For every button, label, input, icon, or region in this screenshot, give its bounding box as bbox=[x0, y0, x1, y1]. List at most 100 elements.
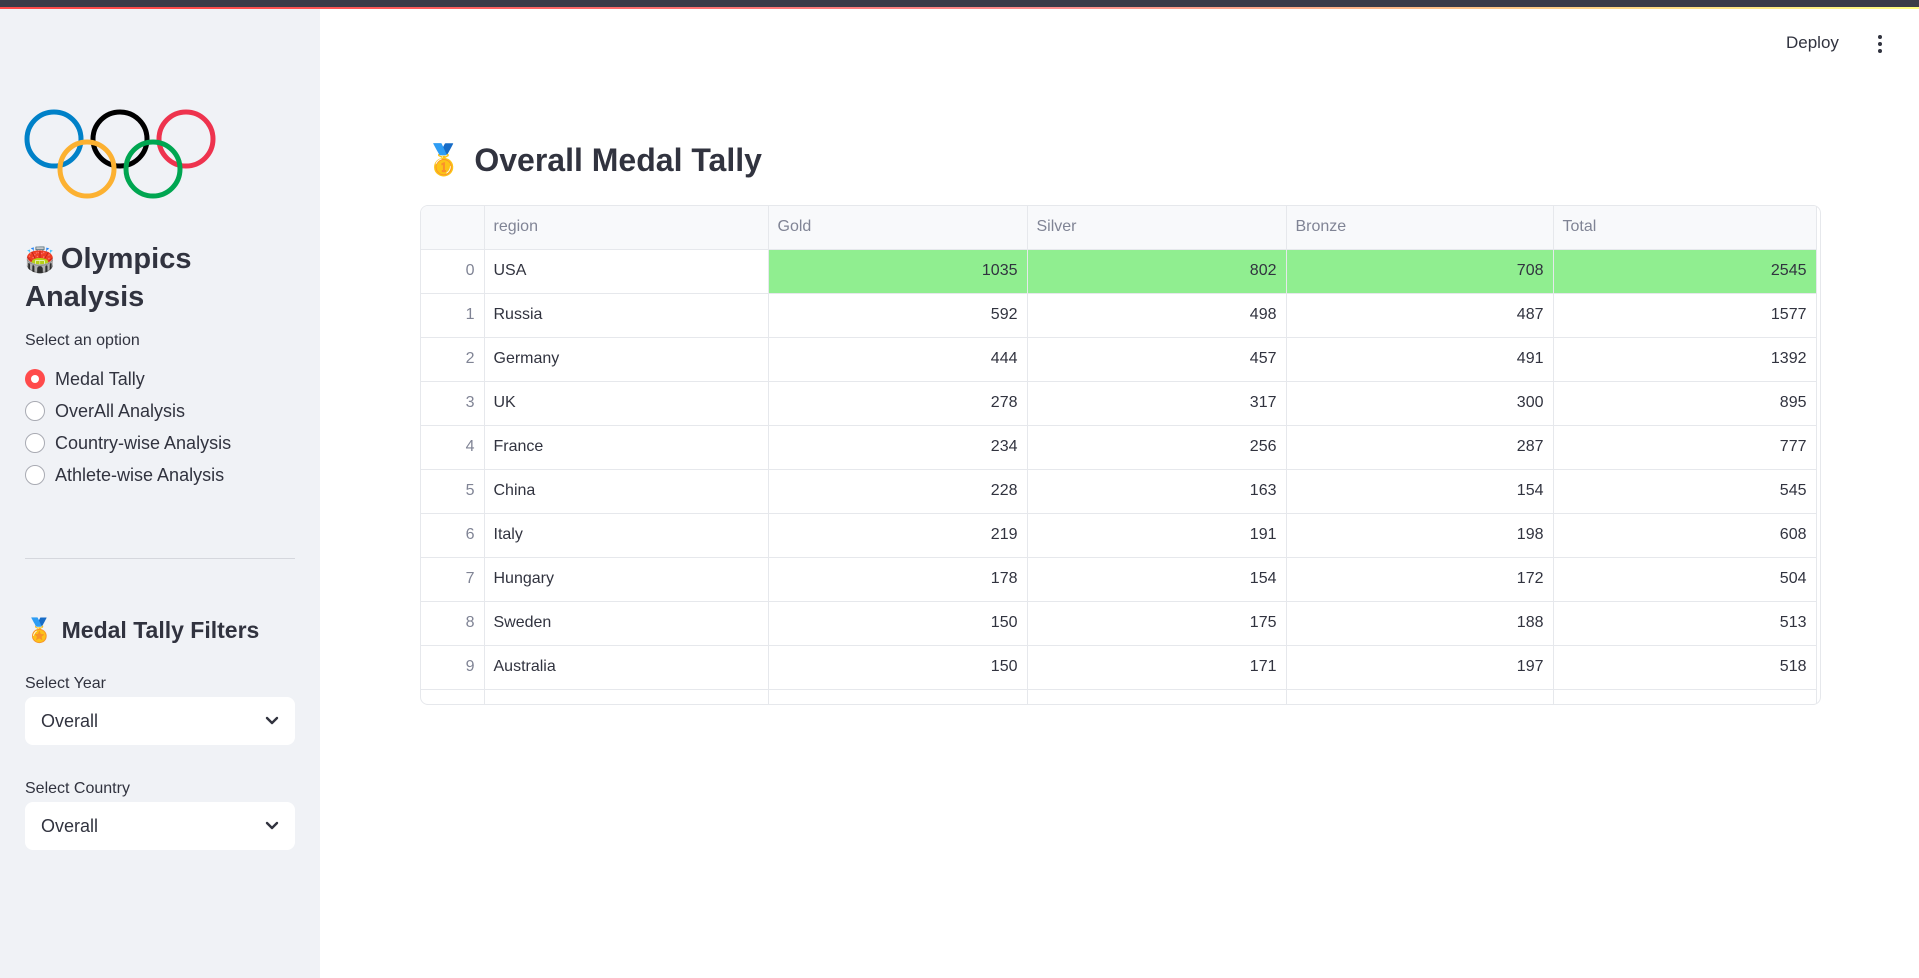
table-cell-region[interactable]: USA bbox=[484, 249, 769, 294]
table-row[interactable]: 8 Sweden 150 175 188 513 bbox=[421, 601, 1817, 646]
table-cell-gold[interactable]: 178 bbox=[768, 557, 1028, 602]
table-cell-total[interactable]: 895 bbox=[1553, 381, 1817, 426]
table-cell-index[interactable]: 7 bbox=[421, 557, 485, 602]
table-cell-silver[interactable]: 317 bbox=[1027, 381, 1287, 426]
table-cell-region[interactable]: China bbox=[484, 469, 769, 514]
table-cell-silver[interactable]: 256 bbox=[1027, 425, 1287, 470]
table-cell-bronze[interactable]: 188 bbox=[1286, 601, 1554, 646]
table-cell-bronze[interactable]: 300 bbox=[1286, 381, 1554, 426]
table-cell-region[interactable]: Italy bbox=[484, 513, 769, 558]
sidebar-title-line1: Olympics bbox=[60, 243, 192, 275]
table-row[interactable]: 6 Italy 219 191 198 608 bbox=[421, 513, 1817, 558]
country-select[interactable]: Overall bbox=[25, 802, 295, 850]
table-cell-empty bbox=[1553, 689, 1817, 704]
table-cell-bronze[interactable]: 172 bbox=[1286, 557, 1554, 602]
table-cell-silver[interactable]: 191 bbox=[1027, 513, 1287, 558]
table-cell-total[interactable]: 518 bbox=[1553, 645, 1817, 690]
table-cell-bronze[interactable]: 197 bbox=[1286, 645, 1554, 690]
table-cell-total[interactable]: 545 bbox=[1553, 469, 1817, 514]
table-cell-index[interactable]: 6 bbox=[421, 513, 485, 558]
column-header-bronze[interactable]: Bronze bbox=[1286, 206, 1554, 250]
table-cell-bronze[interactable]: 491 bbox=[1286, 337, 1554, 382]
table-cell-index[interactable]: 2 bbox=[421, 337, 485, 382]
table-cell-region[interactable]: Russia bbox=[484, 293, 769, 338]
radio-unselected-icon bbox=[25, 465, 45, 485]
medal-table[interactable]: region Gold Silver Bronze Total 0 USA 1035… bbox=[420, 205, 1821, 705]
table-cell-silver[interactable]: 171 bbox=[1027, 645, 1287, 690]
table-cell-region[interactable]: France bbox=[484, 425, 769, 470]
table-cell-bronze[interactable]: 154 bbox=[1286, 469, 1554, 514]
table-cell-bronze[interactable]: 287 bbox=[1286, 425, 1554, 470]
option-label: Select an option bbox=[25, 332, 140, 349]
table-cell-gold[interactable]: 444 bbox=[768, 337, 1028, 382]
table-cell-gold[interactable]: 219 bbox=[768, 513, 1028, 558]
table-cell-silver[interactable]: 154 bbox=[1027, 557, 1287, 602]
table-cell-region[interactable]: Germany bbox=[484, 337, 769, 382]
chevron-down-icon bbox=[265, 716, 279, 725]
table-cell-total[interactable]: 2545 bbox=[1553, 249, 1817, 294]
table-cell-gold[interactable]: 228 bbox=[768, 469, 1028, 514]
table-cell-index[interactable]: 3 bbox=[421, 381, 485, 426]
table-row[interactable]: 7 Hungary 178 154 172 504 bbox=[421, 557, 1817, 602]
radio-unselected-icon bbox=[25, 401, 45, 421]
radio-medal-tally[interactable]: Medal Tally bbox=[25, 367, 145, 391]
table-row[interactable]: 2 Germany 444 457 491 1392 bbox=[421, 337, 1817, 382]
table-cell-total[interactable]: 504 bbox=[1553, 557, 1817, 602]
table-cell-region[interactable]: Australia bbox=[484, 645, 769, 690]
table-cell-index[interactable]: 5 bbox=[421, 469, 485, 514]
table-cell-gold[interactable]: 592 bbox=[768, 293, 1028, 338]
table-cell-empty bbox=[1027, 689, 1287, 704]
column-header-silver[interactable]: Silver bbox=[1027, 206, 1287, 250]
table-cell-region[interactable]: UK bbox=[484, 381, 769, 426]
table-cell-index[interactable]: 4 bbox=[421, 425, 485, 470]
table-cell-silver[interactable]: 457 bbox=[1027, 337, 1287, 382]
table-cell-index[interactable]: 9 bbox=[421, 645, 485, 690]
table-cell-silver[interactable]: 163 bbox=[1027, 469, 1287, 514]
table-cell-region[interactable]: Hungary bbox=[484, 557, 769, 602]
table-cell-empty bbox=[1286, 689, 1554, 704]
radio-label: OverAll Analysis bbox=[55, 400, 186, 421]
table-row[interactable]: 5 China 228 163 154 545 bbox=[421, 469, 1817, 514]
table-cell-gold[interactable]: 234 bbox=[768, 425, 1028, 470]
deploy-button[interactable]: Deploy bbox=[1786, 33, 1839, 53]
table-cell-silver[interactable]: 175 bbox=[1027, 601, 1287, 646]
radio-overall-analysis[interactable]: OverAll Analysis bbox=[25, 399, 185, 423]
table-cell-gold[interactable]: 1035 bbox=[768, 249, 1028, 294]
table-cell-gold[interactable]: 150 bbox=[768, 601, 1028, 646]
table-cell-bronze[interactable]: 487 bbox=[1286, 293, 1554, 338]
table-cell-region[interactable]: Sweden bbox=[484, 601, 769, 646]
table-cell-silver[interactable]: 498 bbox=[1027, 293, 1287, 338]
table-cell-total[interactable]: 777 bbox=[1553, 425, 1817, 470]
table-cell-total[interactable]: 1577 bbox=[1553, 293, 1817, 338]
radio-country-wise-analysis[interactable]: Country-wise Analysis bbox=[25, 431, 231, 455]
radio-athlete-wise-analysis[interactable]: Athlete-wise Analysis bbox=[25, 463, 224, 487]
column-header-total[interactable]: Total bbox=[1553, 206, 1817, 250]
table-cell-empty bbox=[421, 689, 485, 704]
table-row[interactable]: 0 USA 1035 802 708 2545 bbox=[421, 249, 1817, 294]
sidebar-title: 🏟️ Olympics Analysis bbox=[25, 241, 191, 315]
medal-icon: 🏅 bbox=[25, 617, 54, 643]
table-cell-total[interactable]: 513 bbox=[1553, 601, 1817, 646]
radio-label: Athlete-wise Analysis bbox=[55, 464, 225, 485]
table-cell-index[interactable]: 0 bbox=[421, 249, 485, 294]
page-title: 🥇 Overall Medal Tally bbox=[425, 142, 762, 179]
more-vertical-icon[interactable] bbox=[1871, 33, 1889, 55]
table-cell-total[interactable]: 1392 bbox=[1553, 337, 1817, 382]
column-header-index[interactable] bbox=[421, 206, 485, 250]
table-cell-index[interactable]: 1 bbox=[421, 293, 485, 338]
table-cell-index[interactable]: 8 bbox=[421, 601, 485, 646]
table-cell-gold[interactable]: 150 bbox=[768, 645, 1028, 690]
table-row[interactable]: 1 Russia 592 498 487 1577 bbox=[421, 293, 1817, 338]
table-row[interactable]: 3 UK 278 317 300 895 bbox=[421, 381, 1817, 426]
year-select[interactable]: Overall bbox=[25, 697, 295, 745]
radio-label: Medal Tally bbox=[55, 368, 145, 389]
table-cell-gold[interactable]: 278 bbox=[768, 381, 1028, 426]
table-cell-total[interactable]: 608 bbox=[1553, 513, 1817, 558]
table-cell-bronze[interactable]: 198 bbox=[1286, 513, 1554, 558]
table-cell-silver[interactable]: 802 bbox=[1027, 249, 1287, 294]
table-cell-bronze[interactable]: 708 bbox=[1286, 249, 1554, 294]
column-header-region[interactable]: region bbox=[484, 206, 769, 250]
table-row[interactable]: 9 Australia 150 171 197 518 bbox=[421, 645, 1817, 690]
table-row[interactable]: 4 France 234 256 287 777 bbox=[421, 425, 1817, 470]
column-header-gold[interactable]: Gold bbox=[768, 206, 1028, 250]
